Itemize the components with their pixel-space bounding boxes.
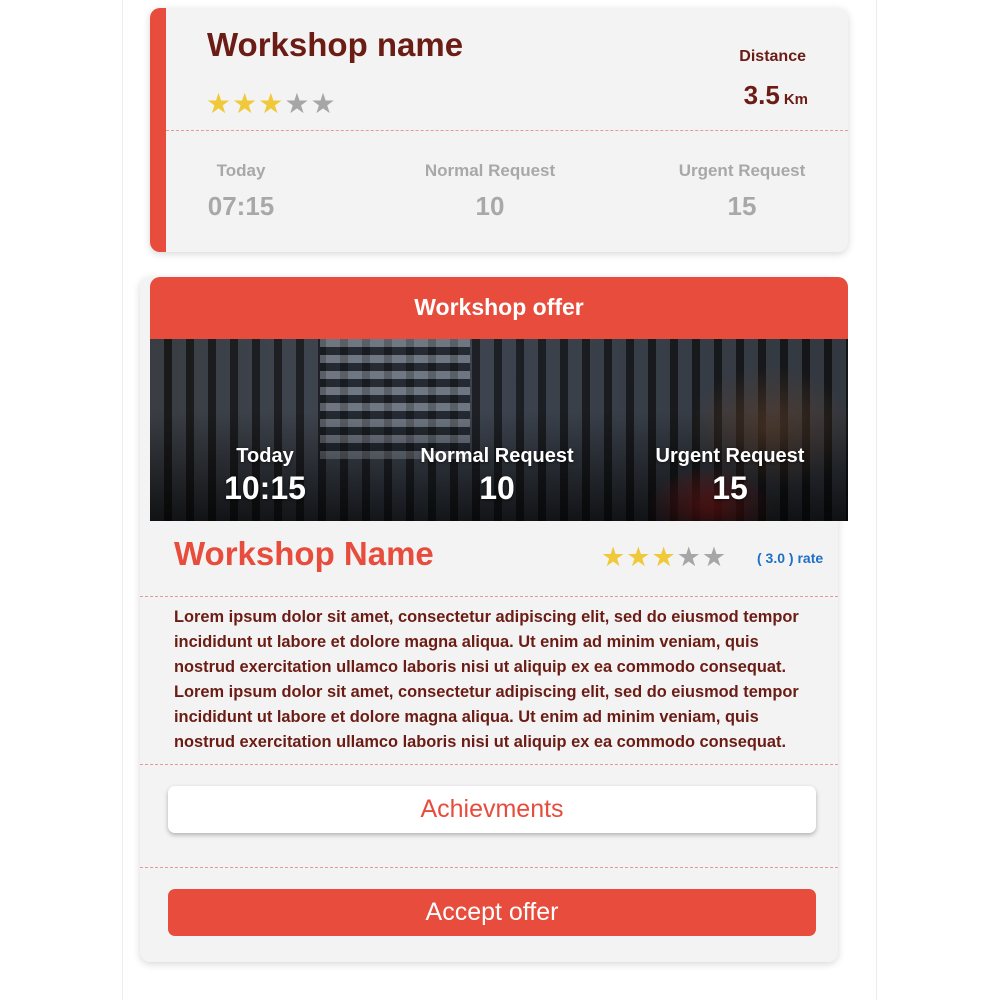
left-guide-line [122, 0, 123, 1000]
banner-stat-urgent-request-label: Urgent Request [655, 445, 805, 467]
right-guide-line [876, 0, 877, 1000]
stat-urgent-request-value: 15 [727, 191, 757, 221]
star-icon: ★ [676, 542, 701, 573]
banner-stat-today: Today 10:15 [190, 445, 340, 507]
stat-today: Today 07:15 [187, 161, 295, 222]
workshop-description: Lorem ipsum dolor sit amet, consectetur … [174, 608, 799, 751]
card-divider [166, 130, 848, 131]
workshop-summary-card[interactable]: Workshop name ★ ★ ★ ★ ★ Distance 3.5 Km Today… [150, 8, 848, 252]
banner-stat-normal-request: Normal Request 10 [402, 445, 592, 507]
stat-urgent-request: Urgent Request 15 [652, 161, 832, 222]
workshop-title: Workshop name [207, 26, 464, 63]
stat-normal-request-value: 10 [475, 191, 505, 221]
achievements-button[interactable]: Achievments [168, 786, 816, 833]
star-icon: ★ [626, 542, 651, 573]
banner-stat-today-label: Today [236, 445, 294, 467]
offer-divider-1 [140, 596, 838, 597]
stat-today-label: Today [216, 161, 266, 180]
distance-number: 3.5 [743, 80, 780, 110]
offer-rating-stars: ★ ★ ★ ★ ★ [601, 544, 726, 571]
workshop-banner-image: Today 10:15 Normal Request 10 Urgent Req… [150, 339, 848, 521]
star-icon: ★ [310, 87, 336, 120]
banner-stat-normal-request-label: Normal Request [420, 445, 574, 467]
workshop-rating-stars: ★ ★ ★ ★ ★ [206, 90, 336, 118]
page: Workshop name ★ ★ ★ ★ ★ Distance 3.5 Km Today… [0, 0, 1000, 1000]
card-accent-bar [150, 8, 166, 252]
rate-text: ( 3.0 ) rate [757, 550, 824, 566]
distance-label: Distance [739, 48, 806, 65]
star-icon: ★ [206, 87, 232, 120]
stat-normal-request: Normal Request 10 [400, 161, 580, 222]
workshop-offer-card: Workshop offer Today 10:15 Normal Reques… [140, 277, 848, 962]
stat-normal-request-label: Normal Request [424, 161, 556, 180]
offer-header: Workshop offer [150, 277, 848, 339]
banner-stat-normal-request-value: 10 [479, 470, 515, 506]
star-icon: ★ [701, 542, 727, 573]
star-icon: ★ [258, 87, 284, 120]
star-icon: ★ [232, 87, 258, 120]
stat-today-value: 07:15 [207, 191, 275, 221]
distance-value: 3.5 Km [744, 80, 808, 111]
offer-divider-2 [140, 764, 838, 765]
banner-stat-today-value: 10:15 [224, 470, 306, 506]
workshop-name: Workshop Name [174, 535, 434, 572]
star-icon: ★ [651, 542, 676, 573]
distance-unit: Km [783, 91, 808, 108]
accept-offer-button[interactable]: Accept offer [168, 889, 816, 936]
star-icon: ★ [284, 87, 310, 120]
offer-divider-3 [140, 867, 838, 868]
banner-stat-urgent-request-value: 15 [712, 470, 748, 506]
stat-urgent-request-label: Urgent Request [678, 161, 806, 180]
banner-stat-urgent-request: Urgent Request 15 [635, 445, 825, 507]
star-icon: ★ [601, 542, 626, 573]
